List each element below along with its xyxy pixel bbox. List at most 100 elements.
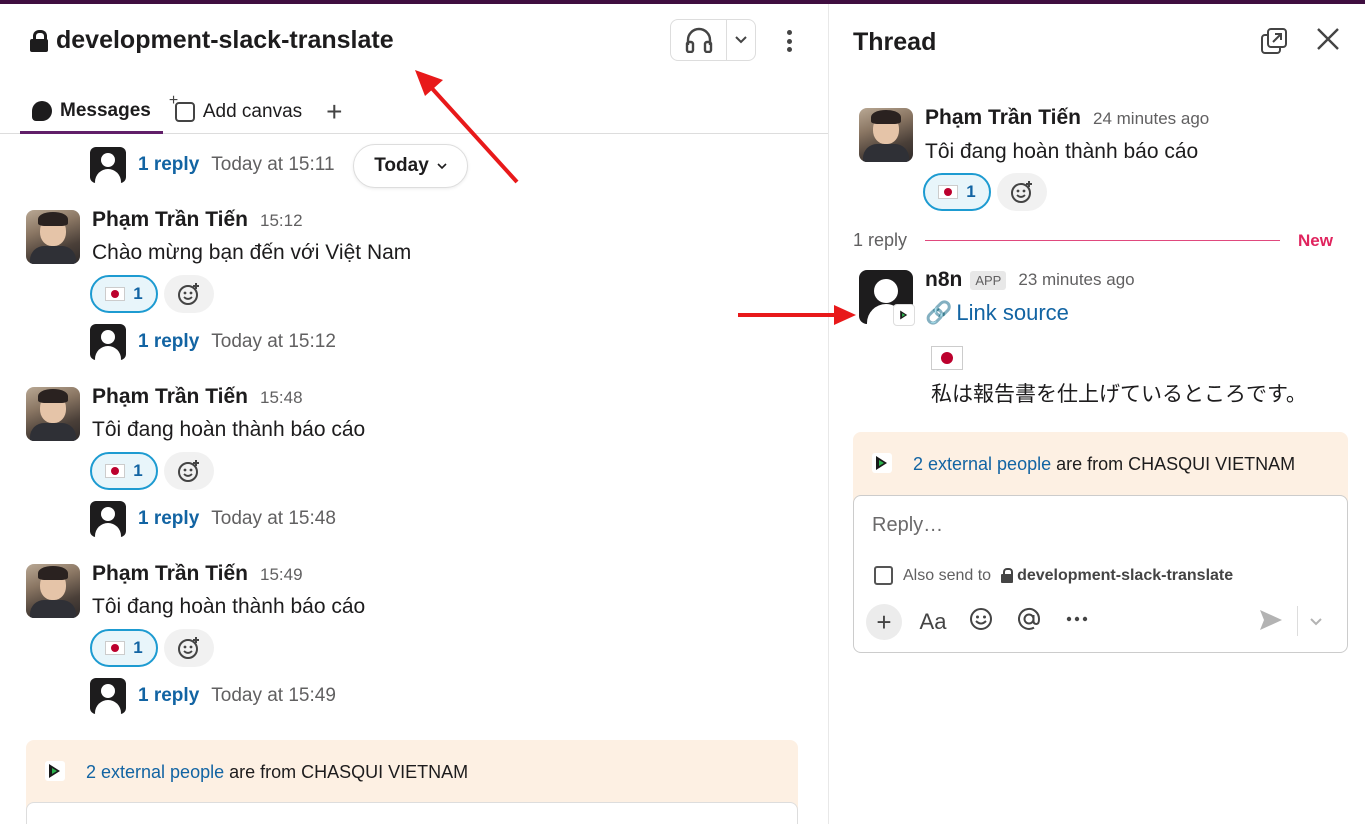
reaction-jp-flag[interactable]: 1 [923,173,991,211]
author-name[interactable]: Phạm Trần Tiến [92,208,248,232]
avatar[interactable] [26,387,80,441]
external-people-text: 2 external people are from CHASQUI VIETN… [86,762,469,782]
reply-count-link[interactable]: 1 reply [138,331,199,353]
japan-flag-icon [105,287,126,301]
popout-button[interactable] [1259,26,1289,61]
message-composer[interactable] [26,802,798,824]
message-header: Phạm Trần Tiến 15:48 [92,385,303,409]
message-timestamp[interactable]: 15:12 [260,211,303,231]
emoji-icon [970,608,992,630]
huddle-options-button[interactable] [727,20,755,60]
reactions: 1 [90,629,214,667]
avatar[interactable] [859,108,913,162]
thread-reply-count: 1 reply [853,230,908,250]
close-thread-button[interactable] [1315,26,1341,57]
link-source[interactable]: 🔗 Link source [925,300,1069,326]
bot-avatar[interactable] [859,270,915,326]
date-jump-button[interactable]: Today [353,144,468,188]
send-button[interactable] [1258,608,1284,637]
link-icon: 🔗 [925,300,953,325]
reply-timestamp: Today at 15:12 [211,331,336,352]
schedule-send-button[interactable] [1309,614,1323,632]
emoji-button[interactable] [964,606,998,638]
thread-pane: Thread Phạm Trần Tiến 24 minutes ago Tôi… [828,4,1365,824]
channel-pane: development-slack-translate Messages Add… [0,4,828,824]
add-emoji-icon [178,460,199,482]
author-name[interactable]: n8n [925,268,962,292]
also-send-checkbox[interactable] [874,566,893,585]
reply-count-link[interactable]: 1 reply [138,154,199,176]
link-source-text[interactable]: Link source [956,300,1069,326]
message-timestamp[interactable]: 24 minutes ago [1093,109,1209,129]
reply-timestamp: Today at 15:49 [211,685,336,706]
chasqui-logo-icon [44,760,66,787]
thread-title: Thread [853,28,937,56]
channel-tabs: Messages Add canvas + [20,90,355,134]
more-horizontal-icon [1066,616,1088,622]
tab-messages[interactable]: Messages [20,90,163,134]
external-people-text: 2 external people are from CHASQUI VIETN… [913,454,1296,474]
at-sign-icon [1018,607,1041,630]
message-header: Phạm Trần Tiến 15:49 [92,562,303,586]
add-emoji-icon [178,637,199,659]
avatar [90,147,126,183]
japan-flag-emoji [931,346,963,375]
chevron-down-icon [735,36,747,44]
mention-button[interactable] [1012,606,1046,638]
reactions: 1 [923,173,1047,211]
channel-header: development-slack-translate Messages Add… [0,4,828,134]
app-badge: APP [970,270,1007,290]
thread-summary[interactable]: 1 reply Today at 15:12 [90,324,336,360]
author-name[interactable]: Phạm Trần Tiến [92,562,248,586]
thread-summary[interactable]: 1 reply Today at 15:48 [90,501,336,537]
avatar [90,678,126,714]
huddle-button[interactable] [671,20,727,60]
message-header: Phạm Trần Tiến 24 minutes ago [925,106,1209,130]
external-people-link[interactable]: 2 external people [913,454,1051,474]
reply-timestamp: Today at 15:11 [211,154,335,175]
attach-button[interactable]: + [866,604,902,640]
add-reaction-button[interactable] [164,629,214,667]
channel-name: development-slack-translate [56,26,394,54]
send-separator [1297,606,1298,636]
add-emoji-icon [178,283,199,305]
avatar [90,501,126,537]
add-reaction-button[interactable] [164,452,214,490]
author-name[interactable]: Phạm Trần Tiến [92,385,248,409]
add-emoji-icon [1011,181,1032,203]
reply-divider: 1 reply New [853,230,1333,251]
tab-add-canvas[interactable]: Add canvas [163,90,314,134]
add-tab-button[interactable]: + [314,96,354,128]
reactions: 1 [90,452,214,490]
reply-count-link[interactable]: 1 reply [138,508,199,530]
more-options-button[interactable] [780,26,798,56]
add-reaction-button[interactable] [164,275,214,313]
reply-count-link[interactable]: 1 reply [138,685,199,707]
canvas-icon [169,92,195,122]
message-timestamp[interactable]: 15:48 [260,388,303,408]
reply-input[interactable]: Reply… [872,514,943,537]
reaction-jp-flag[interactable]: 1 [90,275,158,313]
channel-title[interactable]: development-slack-translate [30,26,394,55]
headphones-icon [685,27,712,53]
message-bubble-icon [32,100,52,121]
more-actions-button[interactable] [1060,606,1094,638]
author-name[interactable]: Phạm Trần Tiến [925,106,1081,130]
japan-flag-icon [105,641,126,655]
composer-toolbar: + Aa [866,604,1094,640]
formatting-button[interactable]: Aa [916,609,950,635]
thread-summary[interactable]: 1 reply Today at 15:11 [90,147,335,183]
avatar[interactable] [26,210,80,264]
reaction-jp-flag[interactable]: 1 [90,452,158,490]
external-people-banner: 2 external people are from CHASQUI VIETN… [26,740,798,824]
new-divider-line [925,240,1281,241]
message-timestamp[interactable]: 23 minutes ago [1018,270,1134,290]
add-reaction-button[interactable] [997,173,1047,211]
message-text: Tôi đang hoàn thành báo cáo [92,595,366,618]
thread-summary[interactable]: 1 reply Today at 15:49 [90,678,336,714]
external-people-link[interactable]: 2 external people [86,762,224,782]
message-header: Phạm Trần Tiến 15:12 [92,208,303,232]
reaction-jp-flag[interactable]: 1 [90,629,158,667]
message-timestamp[interactable]: 15:49 [260,565,303,585]
avatar[interactable] [26,564,80,618]
